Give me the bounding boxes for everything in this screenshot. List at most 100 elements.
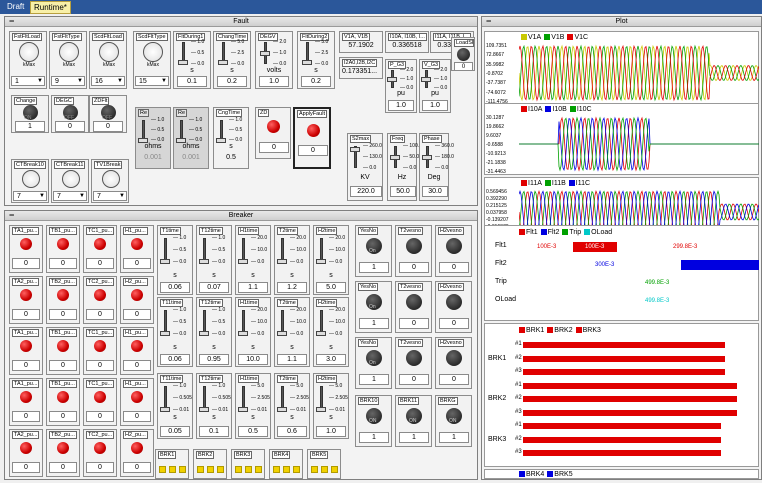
control-box: I2A0,I2B,I2C 0.173351... xyxy=(339,57,383,79)
slider-track[interactable] xyxy=(142,120,145,140)
legend-item: V1A xyxy=(521,34,541,41)
dial-knob-icon[interactable] xyxy=(62,170,80,188)
breaker-title: Breaker xyxy=(228,212,254,219)
legend-item: I10C xyxy=(569,106,592,113)
control-label: YesNo xyxy=(358,339,379,347)
dial-knob-icon[interactable] xyxy=(102,170,120,188)
slider-thumb[interactable] xyxy=(277,258,287,264)
slider-thumb[interactable] xyxy=(387,77,397,82)
dial-knob-icon[interactable] xyxy=(59,42,79,62)
indicator-led xyxy=(94,289,106,301)
y-tick-label: 0.215125 xyxy=(486,203,507,209)
tab-draft[interactable]: Draft xyxy=(4,1,27,14)
collapse-icon[interactable]: − xyxy=(9,16,14,26)
slider-tick-label: — 360.0 xyxy=(435,143,454,149)
slider-thumb[interactable] xyxy=(160,258,170,264)
value-display: 0 xyxy=(49,309,77,320)
tab-runtime[interactable]: Runtime* xyxy=(30,1,71,14)
toggle-knob-icon[interactable] xyxy=(446,238,462,254)
status-lamp xyxy=(283,466,290,473)
control-box: TB1_pu... 0 xyxy=(46,327,80,375)
dial-knob-icon[interactable] xyxy=(19,42,39,62)
slider-thumb[interactable] xyxy=(178,59,188,65)
control-box: S2max — 260.0 — 130.0 — 0.0 KV 220.0 xyxy=(347,133,383,201)
brk-indicator-group: BRK1 xyxy=(155,449,189,479)
status-lamp xyxy=(207,466,214,473)
slider-tick-label: — 0.0 xyxy=(173,259,187,265)
control-box: YesNo On 1 xyxy=(355,337,392,389)
slider-thumb[interactable] xyxy=(316,258,326,264)
dial-knob-icon[interactable] xyxy=(143,42,163,62)
dial-combo[interactable]: 15 ▼ xyxy=(135,76,169,86)
slider-thumb[interactable] xyxy=(238,406,248,412)
y-tick-label: 0.392290 xyxy=(486,196,507,202)
chevron-down-icon: ▼ xyxy=(117,78,123,84)
legend-swatch xyxy=(584,229,591,236)
group-label: BRK2 xyxy=(488,395,507,402)
control-label: I2A0,I2B,I2C xyxy=(342,59,378,67)
y-tick-label: 19.8662 xyxy=(486,124,505,130)
collapse-icon[interactable]: − xyxy=(486,16,491,26)
dial-combo[interactable]: 7 ▼ xyxy=(53,191,87,201)
slider-thumb[interactable] xyxy=(277,330,287,336)
control-label: T2time xyxy=(277,375,298,383)
slider-tick-label: — 0.0 xyxy=(212,259,226,265)
control-label: TB2_pu... xyxy=(49,278,77,286)
slider-thumb[interactable] xyxy=(350,147,360,153)
slider-thumb[interactable] xyxy=(238,330,248,336)
slider-thumb[interactable] xyxy=(277,406,287,412)
waveform-plot: I10A I10B I10C 30.1287 19.8662 9.6037 -0.6588 -… xyxy=(484,103,759,175)
dial-combo[interactable]: 7 ▼ xyxy=(13,191,47,201)
toggle-knob-icon[interactable] xyxy=(446,294,462,310)
fault-header: − Fault xyxy=(5,16,477,27)
slider-thumb[interactable] xyxy=(218,59,228,65)
status-bar xyxy=(523,450,721,456)
slider-thumb[interactable] xyxy=(238,258,248,264)
control-label: TB1_pu... xyxy=(49,380,77,388)
toggle-knob-icon[interactable] xyxy=(406,294,422,310)
plot-legend: BRK1 BRK2 BRK3 xyxy=(519,327,604,334)
legend-item: I11A xyxy=(521,180,542,187)
control-label: LoadSF xyxy=(454,39,475,47)
slider-thumb[interactable] xyxy=(390,155,400,160)
control-box: TA1_pu... 0 xyxy=(9,378,43,426)
control-label: ScdFltType xyxy=(136,33,168,41)
apply-fault-led[interactable] xyxy=(307,124,320,137)
slider-tick-label: — 20.0 xyxy=(251,235,268,241)
slider-thumb[interactable] xyxy=(160,330,170,336)
slider-thumb[interactable] xyxy=(316,406,326,412)
control-box: I10A, I10B, I... 0.336518 xyxy=(385,31,429,53)
legend-item: V1C xyxy=(567,34,588,41)
toggle-knob-icon[interactable] xyxy=(457,48,470,61)
dial-knob-icon[interactable] xyxy=(99,42,119,62)
dial-combo[interactable]: 9 ▼ xyxy=(51,76,85,86)
slider-thumb[interactable] xyxy=(199,406,209,412)
pulse-annotation: 300E-3 xyxy=(595,262,615,268)
unit-label: s xyxy=(251,414,255,421)
slider-track[interactable] xyxy=(220,120,223,140)
slider-thumb[interactable] xyxy=(421,77,431,82)
slider-thumb[interactable] xyxy=(316,330,326,336)
dial-combo[interactable]: 7 ▼ xyxy=(93,191,127,201)
value-display: 0 xyxy=(123,360,151,371)
toggle-knob-icon[interactable] xyxy=(446,350,462,366)
slider-thumb[interactable] xyxy=(199,330,209,336)
indicator-led xyxy=(57,442,69,454)
slider-tick-label: — 5.0 xyxy=(290,383,304,389)
slider-track[interactable] xyxy=(180,120,183,140)
slider-thumb[interactable] xyxy=(160,406,170,412)
slider-thumb[interactable] xyxy=(422,155,432,160)
slider-tick-label: — 10.0 xyxy=(251,247,268,253)
dial-knob-icon[interactable] xyxy=(22,170,40,188)
slider-thumb[interactable] xyxy=(199,258,209,264)
toggle-knob-icon[interactable] xyxy=(406,350,422,366)
dial-combo[interactable]: 16 ▼ xyxy=(91,76,125,86)
dial-combo[interactable]: 1 ▼ xyxy=(11,76,45,86)
slider-thumb[interactable] xyxy=(260,51,270,56)
collapse-icon[interactable]: − xyxy=(9,210,14,220)
toggle-knob-icon[interactable] xyxy=(406,238,422,254)
unit-label: s xyxy=(329,272,333,279)
legend-item: V1B xyxy=(544,34,564,41)
toggle-state-text: On xyxy=(369,248,376,254)
slider-thumb[interactable] xyxy=(302,59,312,65)
